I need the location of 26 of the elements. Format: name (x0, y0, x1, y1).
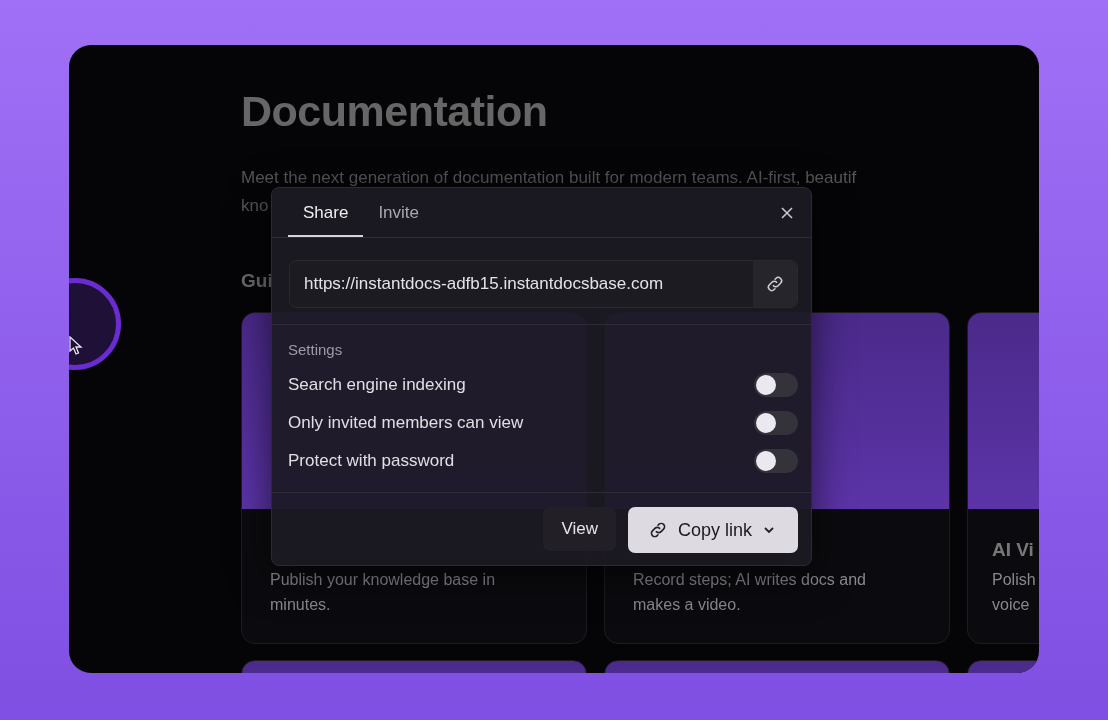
settings-label: Settings (288, 341, 344, 358)
setting-label: Only invited members can view (288, 413, 524, 433)
url-field[interactable]: https://instantdocs-adfb15.instantdocsbase.com (289, 260, 798, 308)
page-title: Documentation (241, 87, 549, 136)
card-title: AI Vi (992, 539, 1035, 561)
setting-label: Protect with password (288, 451, 455, 471)
copy-link-button[interactable]: Copy link (627, 507, 798, 553)
section-heading: Gui (241, 270, 273, 292)
page-description: Meet the next generation of documentation built for modern teams. AI-first, beautif (241, 168, 857, 188)
card-description: Polish voice (992, 570, 1037, 615)
setting-label: Search engine indexing (288, 375, 466, 395)
card-description: Publish your knowledge base in minutes. (270, 570, 497, 615)
url-text: https://instantdocs-adfb15.instantdocsbase.com (304, 274, 665, 294)
page-description: kno (241, 196, 269, 216)
guide-card[interactable]: AI Vi Polish voice (967, 312, 1039, 644)
toggle-switch[interactable] (754, 411, 798, 435)
close-icon[interactable] (781, 206, 793, 219)
dialog-tab[interactable]: Share (288, 188, 364, 237)
toggle-switch[interactable] (754, 449, 798, 473)
dialog-tab[interactable]: Invite (363, 188, 434, 237)
copy-url-button[interactable] (753, 261, 797, 307)
pointer-icon (69, 336, 83, 356)
link-icon (765, 274, 785, 294)
toggle-switch[interactable] (754, 373, 798, 397)
view-button[interactable]: View (543, 507, 616, 551)
card-description: Record steps; AI writes docs and makes a video. (633, 570, 867, 615)
